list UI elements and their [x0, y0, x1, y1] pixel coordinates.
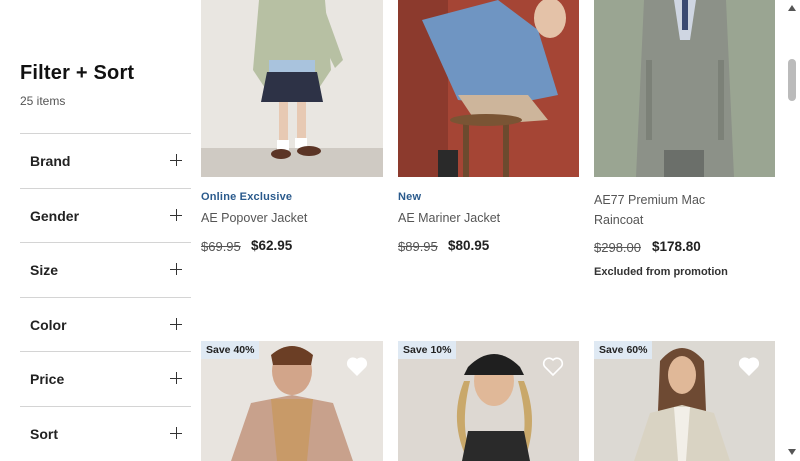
plus-icon[interactable]: [170, 154, 182, 166]
product-name-line2[interactable]: Raincoat: [594, 210, 643, 230]
product-image[interactable]: [201, 0, 383, 177]
product-image[interactable]: [594, 0, 775, 177]
plus-icon[interactable]: [170, 372, 182, 384]
plus-icon[interactable]: [170, 263, 182, 275]
sale-price: $80.95: [448, 238, 490, 253]
original-price: $69.95: [201, 239, 241, 254]
filter-title: Filter + Sort: [20, 62, 135, 84]
item-count: 25 items: [20, 94, 66, 108]
facet-label: Brand: [30, 153, 71, 169]
scroll-up-arrow-icon[interactable]: [788, 5, 796, 11]
heart-outline-icon[interactable]: [541, 354, 565, 378]
product-card[interactable]: Save 40%: [201, 341, 383, 461]
promotion-note: Excluded from promotion: [594, 266, 728, 278]
scroll-thumb[interactable]: [788, 59, 796, 101]
facet-label: Color: [30, 317, 67, 333]
product-name[interactable]: AE Popover Jacket: [201, 208, 307, 228]
facet-color[interactable]: Color: [20, 297, 191, 351]
product-card[interactable]: Save 60%: [594, 341, 775, 461]
product-card[interactable]: AE77 Premium Mac Raincoat $298.00 $178.8…: [594, 0, 775, 285]
product-card[interactable]: Save 10%: [398, 341, 579, 461]
facet-gender[interactable]: Gender: [20, 188, 191, 242]
facet-sort[interactable]: Sort: [20, 406, 191, 460]
facet-label: Gender: [30, 208, 80, 224]
product-name[interactable]: AE Mariner Jacket: [398, 208, 500, 228]
filter-sidebar: Filter + Sort 25 items Brand Gender Size…: [20, 0, 191, 461]
facet-brand[interactable]: Brand: [20, 133, 191, 187]
plus-icon[interactable]: [170, 427, 182, 439]
product-image[interactable]: [398, 0, 579, 177]
facet-label: Size: [30, 262, 59, 278]
original-price: $89.95: [398, 239, 438, 254]
sale-price: $62.95: [251, 238, 293, 253]
save-badge: Save 60%: [594, 341, 653, 359]
sale-price: $178.80: [652, 239, 701, 254]
product-name-line1[interactable]: AE77 Premium Mac: [594, 190, 705, 210]
heart-icon[interactable]: [737, 354, 761, 378]
heart-icon[interactable]: [345, 354, 369, 378]
original-price: $298.00: [594, 240, 641, 255]
product-tag: New: [398, 191, 422, 203]
product-card[interactable]: New AE Mariner Jacket $89.95 $80.95: [398, 0, 579, 270]
facet-label: Sort: [30, 426, 58, 442]
save-badge: Save 10%: [398, 341, 457, 359]
page-scrollbar[interactable]: [784, 0, 800, 461]
save-badge: Save 40%: [201, 341, 260, 359]
facet-label: Price: [30, 371, 65, 387]
product-card[interactable]: Online Exclusive AE Popover Jacket $69.9…: [201, 0, 383, 270]
scroll-down-arrow-icon[interactable]: [788, 449, 796, 455]
plus-icon[interactable]: [170, 209, 182, 221]
facet-size[interactable]: Size: [20, 242, 191, 296]
facet-price[interactable]: Price: [20, 351, 191, 405]
product-tag: Online Exclusive: [201, 191, 293, 203]
plus-icon[interactable]: [170, 318, 182, 330]
